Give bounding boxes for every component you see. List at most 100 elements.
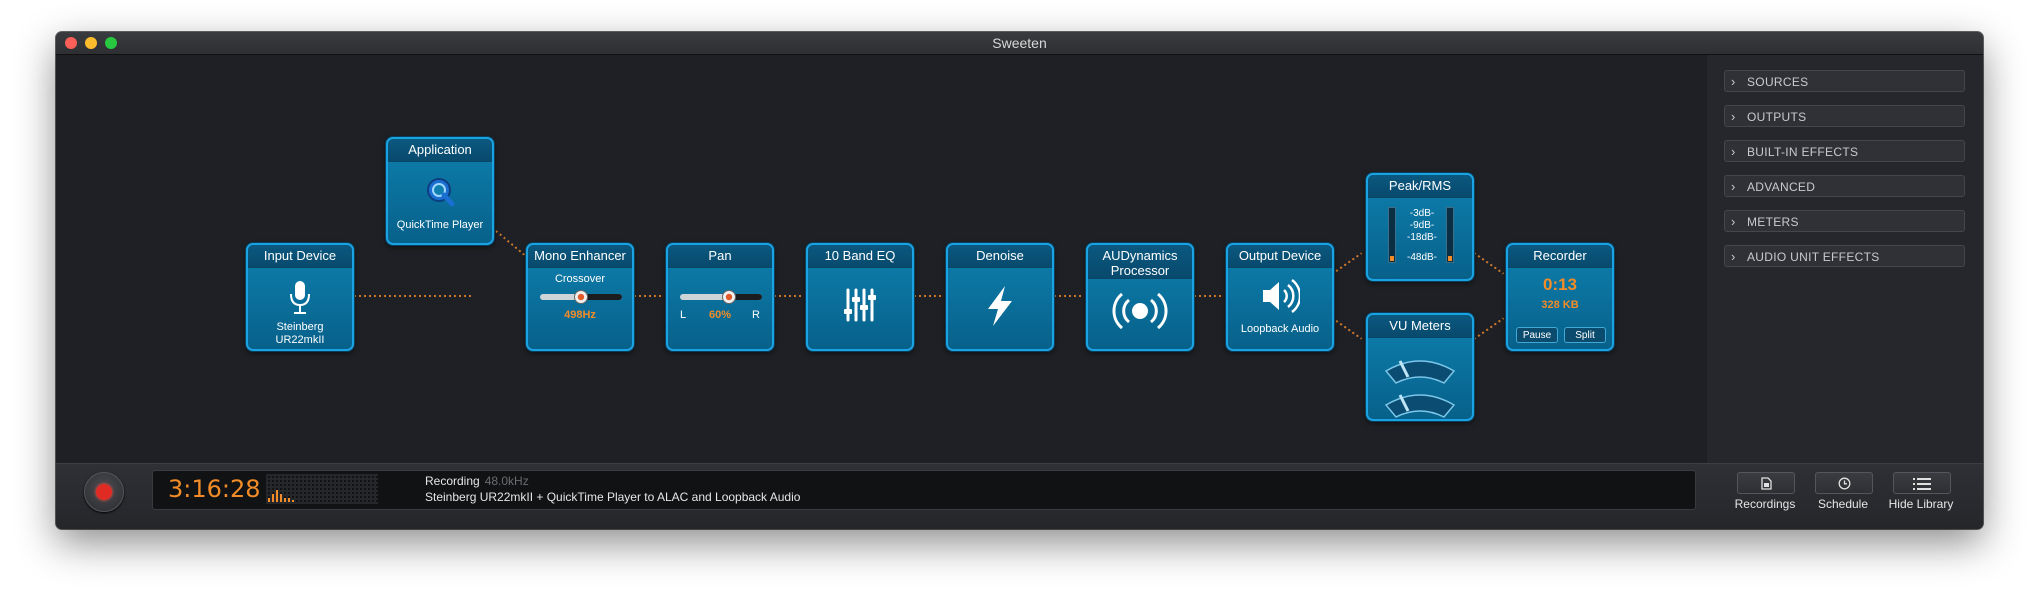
module-input-device[interactable]: Input Device Steinberg UR22mkII — [246, 243, 354, 351]
module-title: 10 Band EQ — [808, 245, 912, 268]
module-title: Mono Enhancer — [528, 245, 632, 268]
device-name-line1: Steinberg — [276, 321, 324, 333]
peak-level-right — [1448, 256, 1452, 261]
connector-output-to-vu — [1331, 317, 1363, 340]
connector-vu-to-recorder — [1473, 317, 1505, 340]
module-title: Denoise — [948, 245, 1052, 268]
recorder-size: 328 KB — [1541, 299, 1579, 311]
level-bar — [280, 494, 282, 502]
sidebar-item-meters[interactable]: › METERS — [1724, 210, 1965, 232]
recorder-time: 0:13 — [1542, 275, 1578, 294]
sidebar-item-label: SOURCES — [1747, 75, 1809, 89]
recording-status: Recording 48.0kHz — [425, 474, 529, 488]
module-10-band-eq[interactable]: 10 Band EQ — [806, 243, 914, 351]
peak-scale-label: -18dB- — [1406, 232, 1437, 243]
quicktime-icon — [388, 175, 492, 207]
bottom-bar: 3:16:28 Recording 48.0kHz Steinberg UR22m… — [56, 463, 1983, 529]
module-title-line1: AUDynamics — [1102, 248, 1178, 263]
clock-icon — [1838, 477, 1850, 490]
recorder-pause-button[interactable]: Pause — [1516, 327, 1558, 343]
schedule-button[interactable] — [1815, 472, 1873, 494]
level-bar — [276, 490, 278, 502]
pan-right-label: R — [752, 309, 760, 321]
module-title: Recorder — [1508, 245, 1612, 268]
eq-sliders-icon — [808, 287, 912, 323]
chevron-right-icon: › — [1731, 74, 1736, 89]
output-device-name: Loopback Audio — [1240, 323, 1320, 335]
module-vu-meters[interactable]: VU Meters — [1366, 313, 1474, 421]
broadcast-icon — [1088, 291, 1192, 331]
recording-state: Recording — [425, 474, 480, 488]
sidebar-item-label: METERS — [1747, 215, 1799, 229]
window-title: Sweeten — [992, 35, 1047, 51]
list-icon — [1913, 477, 1931, 490]
library-sidebar: › SOURCES › OUTPUTS › BUILT-IN EFFECTS › ADV… — [1707, 55, 1983, 463]
module-mono-enhancer[interactable]: Mono Enhancer Crossover 498Hz — [526, 243, 634, 351]
connector-output-to-peak — [1331, 252, 1363, 275]
module-peak-rms[interactable]: Peak/RMS -3dB- -9dB- -18dB- -48dB- — [1366, 173, 1474, 281]
sidebar-item-label: ADVANCED — [1747, 180, 1816, 194]
vu-gauge-icon — [1368, 343, 1472, 419]
sidebar-item-built-in-effects[interactable]: › BUILT-IN EFFECTS — [1724, 140, 1965, 162]
device-name-line2: UR22mkII — [275, 334, 325, 346]
connector-denoise-to-dynamics — [1054, 295, 1084, 297]
chevron-right-icon: › — [1731, 214, 1736, 229]
lightning-icon — [948, 285, 1052, 327]
sidebar-item-audio-unit-effects[interactable]: › AUDIO UNIT EFFECTS — [1724, 245, 1965, 267]
module-denoise[interactable]: Denoise — [946, 243, 1054, 351]
module-title-line2: Processor — [1110, 263, 1170, 278]
crossover-slider-knob[interactable] — [574, 290, 588, 304]
level-bar — [292, 500, 294, 502]
elapsed-time: 3:16:28 — [168, 475, 261, 503]
module-title: AUDynamics Processor — [1088, 245, 1192, 279]
chevron-right-icon: › — [1731, 249, 1736, 264]
module-pan[interactable]: Pan L 60% R — [666, 243, 774, 351]
module-title: Pan — [668, 245, 772, 268]
module-title: Application — [388, 139, 492, 162]
sidebar-item-sources[interactable]: › SOURCES — [1724, 70, 1965, 92]
peak-scale-label: -48dB- — [1406, 252, 1437, 263]
microphone-icon — [248, 280, 352, 316]
document-icon — [1761, 477, 1772, 490]
peak-scale-label: -3dB- — [1409, 208, 1435, 219]
connector-input-to-mono — [354, 295, 474, 297]
connector-eq-to-denoise — [914, 295, 944, 297]
module-title: Input Device — [248, 245, 352, 268]
peak-scale: -3dB- -9dB- -18dB- -48dB- — [1396, 208, 1448, 264]
module-title: Peak/RMS — [1368, 175, 1472, 198]
peak-level-left — [1390, 256, 1394, 261]
sidebar-item-outputs[interactable]: › OUTPUTS — [1724, 105, 1965, 127]
recordings-button[interactable] — [1737, 472, 1795, 494]
sidebar-item-label: BUILT-IN EFFECTS — [1747, 145, 1859, 159]
hide-library-button[interactable] — [1893, 472, 1951, 494]
level-bar — [288, 498, 290, 502]
sidebar-item-label: AUDIO UNIT EFFECTS — [1747, 250, 1880, 264]
audio-chain-canvas: Input Device Steinberg UR22mkII Applicat… — [56, 55, 1707, 463]
module-audynamics-processor[interactable]: AUDynamics Processor — [1086, 243, 1194, 351]
connector-dynamics-to-output — [1194, 295, 1224, 297]
sidebar-item-label: OUTPUTS — [1747, 110, 1807, 124]
level-bar — [284, 498, 286, 502]
module-title: VU Meters — [1368, 315, 1472, 338]
connector-mono-to-pan — [634, 295, 664, 297]
record-icon — [96, 484, 112, 500]
module-application[interactable]: Application QuickTime Player — [386, 137, 494, 245]
chevron-right-icon: › — [1731, 144, 1736, 159]
title-bar: Sweeten — [56, 32, 1983, 55]
module-output-device[interactable]: Output Device Loopback Audio — [1226, 243, 1334, 351]
chevron-right-icon: › — [1731, 109, 1736, 124]
peak-meter-left — [1388, 207, 1396, 263]
crossover-value: 498Hz — [564, 309, 596, 321]
record-button[interactable] — [84, 472, 124, 512]
level-bar — [272, 494, 274, 502]
pan-slider-knob[interactable] — [722, 290, 737, 304]
speaker-icon — [1228, 278, 1332, 314]
connector-pan-to-eq — [774, 295, 804, 297]
hide-library-label: Hide Library — [1888, 497, 1954, 511]
status-display: 3:16:28 Recording 48.0kHz Steinberg UR22m… — [152, 470, 1696, 510]
sample-rate: 48.0kHz — [484, 474, 529, 488]
crossover-label: Crossover — [554, 273, 606, 285]
recorder-split-button[interactable]: Split — [1564, 327, 1606, 343]
module-recorder[interactable]: Recorder 0:13 328 KB Pause Split — [1506, 243, 1614, 351]
sidebar-item-advanced[interactable]: › ADVANCED — [1724, 175, 1965, 197]
